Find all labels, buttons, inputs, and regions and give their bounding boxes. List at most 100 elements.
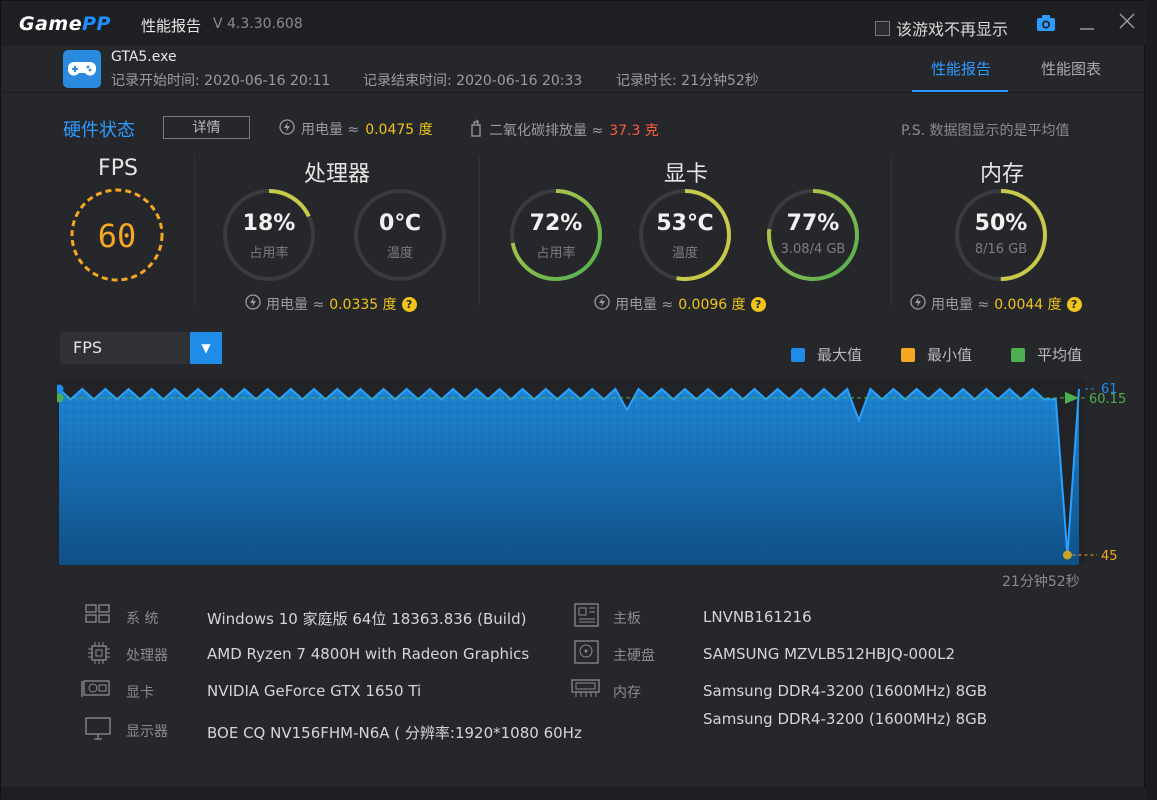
tab-performance-chart[interactable]: 性能图表 bbox=[1041, 58, 1101, 79]
gpu-title: 显卡 bbox=[663, 162, 708, 187]
ram-usage-value: 50% bbox=[974, 211, 1028, 236]
sys-display-label: 显示器 bbox=[126, 724, 168, 740]
cpu-usage-gauge: 18% 占用率 bbox=[221, 187, 317, 283]
sys-gpu-value: NVIDIA GeForce GTX 1650 Ti bbox=[207, 682, 422, 700]
fps-area-grid bbox=[59, 389, 1079, 565]
divider bbox=[891, 156, 892, 306]
ram-power: 用电量 ≈ 0.0044 度 ? bbox=[910, 294, 1082, 314]
gpu-power-value: 0.0096 度 bbox=[678, 297, 746, 313]
record-duration: 记录时长: 21分钟52秒 bbox=[616, 73, 759, 89]
title-bar[interactable]: GamePP 性能报告 V 4.3.30.608 该游戏不再显示 bbox=[1, 1, 1146, 45]
sys-ram-value-1: Samsung DDR4-3200 (1600MHz) 8GB bbox=[703, 682, 988, 700]
sys-os-value: Windows 10 家庭版 64位 18363.836 (Build) bbox=[207, 610, 527, 628]
cpu-power: 用电量 ≈ 0.0335 度 ? bbox=[245, 294, 417, 314]
gpu-temp-label: 温度 bbox=[671, 246, 698, 261]
gpu-memory-gauge: 77% 3.08/4 GB bbox=[765, 187, 861, 283]
legend-min-label: 最小值 bbox=[927, 346, 973, 364]
tab-performance-report[interactable]: 性能报告 bbox=[931, 58, 991, 79]
app-window: GamePP 性能报告 V 4.3.30.608 该游戏不再显示 GTA5.ex… bbox=[0, 0, 1146, 800]
record-start-time: 记录开始时间: 2020-06-16 20:11 bbox=[111, 73, 331, 89]
sys-disk-label: 主硬盘 bbox=[613, 648, 655, 664]
hardware-status-title: 硬件状态 bbox=[63, 120, 135, 141]
gpu-memory-value: 77% bbox=[786, 211, 840, 236]
close-button[interactable] bbox=[1117, 11, 1139, 33]
co2-stat: 二氧化碳排放量 ≈ 37.3 克 bbox=[469, 119, 659, 141]
power-icon bbox=[594, 294, 610, 314]
gpu-usage-value: 72% bbox=[529, 211, 583, 236]
gpu-temp-gauge: 53℃ 温度 bbox=[637, 187, 733, 283]
min-point bbox=[1062, 550, 1072, 560]
legend-max: 最大值 bbox=[791, 344, 862, 365]
legend-max-swatch bbox=[791, 347, 805, 362]
game-exe-name: GTA5.exe bbox=[111, 49, 177, 65]
cpu-power-value: 0.0335 度 bbox=[329, 297, 397, 313]
app-logo: GamePP bbox=[19, 13, 111, 35]
divider bbox=[479, 156, 480, 306]
power-icon bbox=[910, 294, 926, 314]
gpu-usage-label: 占用率 bbox=[536, 246, 576, 261]
minimize-button[interactable] bbox=[1078, 15, 1096, 33]
cpu-power-label: 用电量 ≈ bbox=[266, 297, 325, 313]
sys-cpu-value: AMD Ryzen 7 4800H with Radeon Graphics bbox=[207, 645, 530, 663]
cpu-usage-value: 18% bbox=[242, 211, 296, 236]
fps-area-chart: 61 60.15 45 bbox=[57, 379, 1126, 565]
fps-title: FPS bbox=[98, 156, 138, 181]
divider bbox=[194, 156, 195, 306]
power-icon bbox=[245, 294, 261, 314]
power-icon bbox=[279, 119, 295, 139]
co2-value: 37.3 克 bbox=[609, 123, 659, 139]
motherboard-icon bbox=[574, 603, 600, 627]
co2-icon bbox=[469, 119, 483, 141]
ps-note: P.S. 数据图显示的是平均值 bbox=[901, 123, 1070, 139]
system-icon bbox=[85, 604, 111, 628]
cpu-temp-label: 温度 bbox=[386, 246, 413, 261]
legend-max-label: 最大值 bbox=[817, 346, 863, 364]
chevron-down-icon[interactable]: ▼ bbox=[190, 332, 222, 364]
bottom-strip bbox=[1, 787, 1146, 800]
total-power-value: 0.0475 度 bbox=[365, 122, 433, 138]
sys-display-value: BOE CQ NV156FHM-N6A ( 分辨率:1920*1080 60Hz bbox=[207, 724, 582, 742]
record-end-time: 记录结束时间: 2020-06-16 20:33 bbox=[363, 73, 583, 89]
help-icon[interactable]: ? bbox=[1066, 296, 1082, 312]
chart-duration: 21分钟52秒 bbox=[1002, 574, 1080, 590]
gpu-power-label: 用电量 ≈ bbox=[615, 297, 674, 313]
cpu-temp-value: 0℃ bbox=[379, 211, 421, 236]
sys-ram-label: 内存 bbox=[613, 685, 641, 701]
sys-board-value: LNVNB161216 bbox=[703, 608, 812, 626]
camera-icon[interactable] bbox=[1036, 14, 1056, 32]
ram-power-value: 0.0044 度 bbox=[994, 297, 1062, 313]
help-icon[interactable]: ? bbox=[401, 296, 417, 312]
sys-gpu-label: 显卡 bbox=[126, 685, 154, 701]
sys-disk-value: SAMSUNG MZVLB512HBJQ-000L2 bbox=[703, 645, 956, 663]
gamepad-icon bbox=[63, 50, 101, 88]
legend-min-swatch bbox=[901, 347, 915, 362]
cpu-chip-icon bbox=[87, 641, 113, 665]
metric-select[interactable]: FPS ▼ bbox=[60, 332, 222, 364]
no-display-toggle[interactable]: 该游戏不再显示 bbox=[875, 16, 1008, 40]
ram-usage-gauge: 50% 8/16 GB bbox=[953, 187, 1049, 283]
total-power-label: 用电量 ≈ bbox=[301, 122, 360, 138]
ram-usage-label: 8/16 GB bbox=[974, 242, 1028, 257]
help-icon[interactable]: ? bbox=[750, 296, 766, 312]
metric-select-value: FPS bbox=[73, 338, 103, 357]
header-divider bbox=[1, 92, 1146, 93]
ram-power-label: 用电量 ≈ bbox=[931, 297, 990, 313]
cpu-temp-gauge: 0℃ 温度 bbox=[352, 187, 448, 283]
gpu-power: 用电量 ≈ 0.0096 度 ? bbox=[594, 294, 766, 314]
gpu-memory-label: 3.08/4 GB bbox=[780, 242, 846, 257]
fps-value: 60 bbox=[97, 217, 137, 255]
monitor-icon bbox=[85, 717, 111, 741]
cpu-usage-label: 占用率 bbox=[249, 246, 289, 261]
graphics-card-icon bbox=[81, 679, 110, 703]
total-power-stat: 用电量 ≈ 0.0475 度 bbox=[279, 119, 433, 139]
sys-cpu-label: 处理器 bbox=[126, 648, 168, 664]
sys-ram-value-2: Samsung DDR4-3200 (1600MHz) 8GB bbox=[703, 710, 988, 728]
sys-os-label: 系 统 bbox=[126, 611, 159, 627]
no-display-checkbox[interactable] bbox=[875, 20, 890, 36]
hard-disk-icon bbox=[574, 640, 600, 664]
detail-button[interactable]: 详情 bbox=[163, 116, 250, 139]
legend-avg-swatch bbox=[1011, 347, 1025, 362]
sys-board-label: 主板 bbox=[613, 611, 641, 627]
gpu-usage-gauge: 72% 占用率 bbox=[508, 187, 604, 283]
chart-avg-label: 60.15 bbox=[1089, 392, 1126, 407]
